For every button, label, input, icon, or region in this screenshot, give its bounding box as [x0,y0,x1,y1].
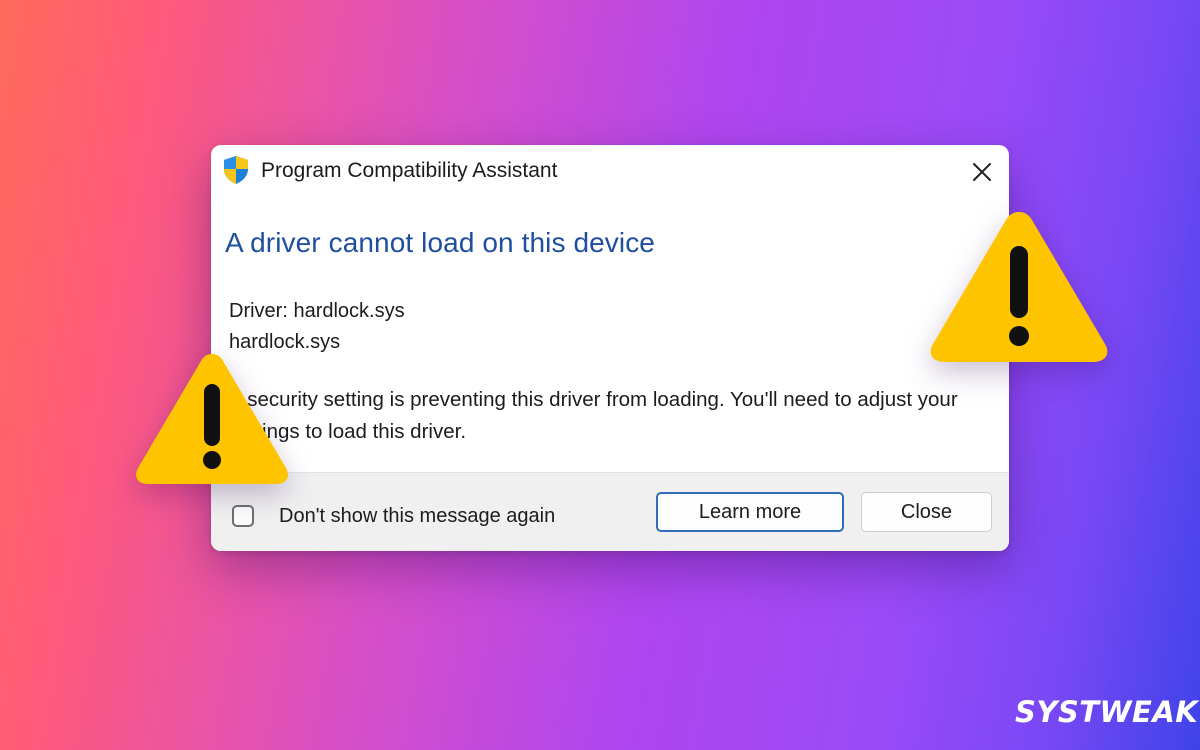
close-button[interactable]: Close [861,492,992,532]
systweak-logo: SYSTWEAK [1015,695,1199,729]
dont-show-again-label[interactable]: Don't show this message again [279,505,555,528]
close-icon[interactable] [967,157,997,187]
dialog-heading: A driver cannot load on this device [225,227,655,258]
dialog-footer: Don't show this message again Learn more… [211,472,1009,551]
windows-security-shield-icon [224,156,248,184]
warning-triangle-icon [136,354,288,484]
dialog-titlebar: Program Compatibility Assistant [211,145,1009,197]
close-x-glyph [973,163,991,181]
dont-show-again-checkbox[interactable] [232,505,254,527]
warning-triangle-icon [930,212,1108,362]
learn-more-button[interactable]: Learn more [656,492,844,532]
driver-label: Driver: hardlock.sys [229,300,405,322]
dialog-message: A security setting is preventing this dr… [229,388,958,443]
dialog-title: Program Compatibility Assistant [261,159,558,182]
compatibility-dialog: Program Compatibility Assistant A driver… [211,145,1009,551]
